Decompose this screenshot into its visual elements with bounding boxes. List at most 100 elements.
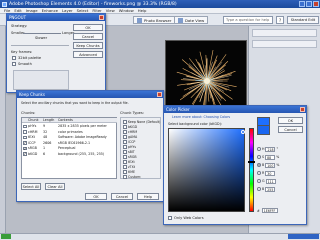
standard-edit-button[interactable]: Standard Edit <box>287 16 319 24</box>
start-button[interactable] <box>1 234 11 239</box>
date-view-label: Date View <box>185 17 205 23</box>
chunk-type-checkbox[interactable] <box>123 145 127 149</box>
pngout-title-text: PNGOUT <box>9 15 27 20</box>
chunk-row[interactable]: tEXt 48 Software: Adobe ImageReady <box>22 135 117 140</box>
chunk-type-checkbox[interactable] <box>123 125 127 129</box>
chunk-name: tEXt <box>28 135 35 139</box>
select-all-button[interactable]: Select All <box>21 183 41 190</box>
chunk-row[interactable]: cHRM 32 color primaries <box>22 130 117 135</box>
chunk-type-label: pHYs <box>128 144 137 149</box>
chunk-type-checkbox[interactable] <box>123 160 127 164</box>
cancel-button[interactable]: Cancel <box>278 126 303 133</box>
chunk-contents: color primaries <box>58 129 83 134</box>
minimize-button[interactable] <box>299 1 305 7</box>
color-field-key: G <box>262 179 265 183</box>
hex-label: # <box>257 208 260 213</box>
hue-slider-thumb[interactable] <box>248 161 255 163</box>
help-search-button[interactable]: ? <box>276 16 284 24</box>
keep-chunks-button[interactable]: Keep Chunks <box>73 42 103 49</box>
smooth-checkbox[interactable] <box>12 62 16 66</box>
date-view-button[interactable]: Date View <box>174 16 209 24</box>
chunk-type-checkbox[interactable] <box>123 155 127 159</box>
color-mode-radio[interactable] <box>257 171 261 175</box>
color-field-cursor[interactable] <box>241 130 245 134</box>
chunk-name: cHRM <box>28 129 38 134</box>
color-value-input[interactable]: 111 <box>265 178 276 184</box>
color-value-input[interactable]: 100 <box>265 162 276 168</box>
column-contents[interactable]: Contents <box>58 118 73 122</box>
close-icon[interactable] <box>157 92 162 97</box>
close-icon[interactable] <box>99 15 104 20</box>
menu-help[interactable]: Help <box>138 8 147 13</box>
photo-browser-button[interactable]: Photo Browser <box>133 16 176 24</box>
calendar-icon <box>178 17 183 23</box>
palette-header[interactable] <box>252 40 317 48</box>
color-value-input[interactable]: 30 <box>265 170 276 176</box>
chunk-row[interactable]: bKGD 6 background (255, 255, 255) <box>22 151 117 157</box>
chunk-row-checkbox[interactable] <box>23 140 27 145</box>
chunk-type-checkbox[interactable] <box>123 120 127 124</box>
help-button[interactable]: Help <box>137 193 159 200</box>
chunk-type-checkbox[interactable] <box>123 135 127 139</box>
chunk-row-checkbox[interactable] <box>23 130 27 134</box>
chunks-list-header: Chunk Length Contents <box>22 118 117 123</box>
chunk-name: bKGD <box>28 151 38 156</box>
color-mode-radio[interactable] <box>257 187 261 191</box>
chunk-type-checkbox[interactable] <box>123 175 127 179</box>
ok-button[interactable]: OK <box>278 117 303 124</box>
smooth-checkbox-label: Smooth <box>18 62 32 66</box>
chunk-row-checkbox[interactable] <box>23 124 27 128</box>
chunk-type-checkbox[interactable] <box>123 170 127 174</box>
palette-checkbox[interactable] <box>12 56 16 60</box>
cancel-button[interactable]: Cancel <box>111 193 133 200</box>
chunk-type-checkbox[interactable] <box>123 140 127 144</box>
color-field-row: B 100% <box>257 162 279 168</box>
color-mode-radio[interactable] <box>257 179 261 183</box>
web-colors-checkbox[interactable] <box>168 216 172 220</box>
clear-all-button[interactable]: Clear All <box>45 183 65 190</box>
close-button[interactable] <box>313 1 319 7</box>
menu-window[interactable]: Window <box>119 8 134 13</box>
chunk-type-checkbox[interactable] <box>123 130 127 134</box>
chunk-type-label: sBIT <box>128 149 135 154</box>
status-bar <box>0 233 320 240</box>
chunk-row-checkbox[interactable] <box>23 135 27 139</box>
hue-slider[interactable] <box>248 128 255 212</box>
chunks-list[interactable]: Chunk Length Contents pHYs 9 2835 x 2835 p… <box>21 117 117 179</box>
photo-browser-label: Photo Browser <box>144 17 172 23</box>
chunk-row[interactable]: pHYs 9 2835 x 2835 pixels per meter <box>22 124 117 129</box>
color-mode-radio[interactable] <box>257 163 261 167</box>
chunk-row[interactable]: sRGB 1 Perceptual <box>22 146 117 151</box>
maximize-button[interactable] <box>306 1 312 7</box>
palette-header[interactable] <box>252 29 317 37</box>
chunk-type-checkbox[interactable] <box>123 150 127 154</box>
cancel-button[interactable]: Cancel <box>73 33 103 40</box>
column-length[interactable]: Length <box>43 118 54 122</box>
column-chunk[interactable]: Chunk <box>28 118 38 122</box>
chunk-row-checkbox[interactable] <box>23 146 27 150</box>
chunk-contents: 2835 x 2835 pixels per meter <box>58 124 107 128</box>
color-value-input[interactable]: 218 <box>265 146 276 152</box>
advanced-button[interactable]: Advanced <box>73 51 103 58</box>
color-field[interactable] <box>168 128 245 212</box>
learn-more-link[interactable]: Learn more about: Choosing Colors <box>172 115 230 119</box>
color-value-input[interactable]: 255 <box>265 186 276 192</box>
color-mode-radio[interactable] <box>257 155 261 159</box>
ok-button[interactable]: OK <box>85 193 107 200</box>
chunk-row[interactable]: iCCP 2606 sRGB IEC61966-2.1 <box>22 140 117 146</box>
chunk-length: 48 <box>43 135 48 139</box>
color-value-input[interactable]: 88 <box>265 154 276 160</box>
menu-view[interactable]: View <box>106 8 115 13</box>
chunk-type-label: tIME <box>128 169 135 174</box>
hex-input[interactable]: 1E6FFF <box>261 208 278 213</box>
system-tray <box>288 234 319 239</box>
strategy-slider[interactable] <box>23 33 61 34</box>
window-title: Adobe Photoshop Elements 4.0 (Editor) - … <box>9 1 177 7</box>
close-icon[interactable] <box>300 107 305 112</box>
chunk-type-checkbox[interactable] <box>123 165 127 169</box>
chunk-row-checkbox[interactable] <box>23 151 27 156</box>
ok-button[interactable]: OK <box>73 24 103 31</box>
help-search-input[interactable]: Type a question for help <box>223 16 273 24</box>
chunk-length: 6 <box>43 151 46 156</box>
color-mode-radio[interactable] <box>257 147 261 151</box>
